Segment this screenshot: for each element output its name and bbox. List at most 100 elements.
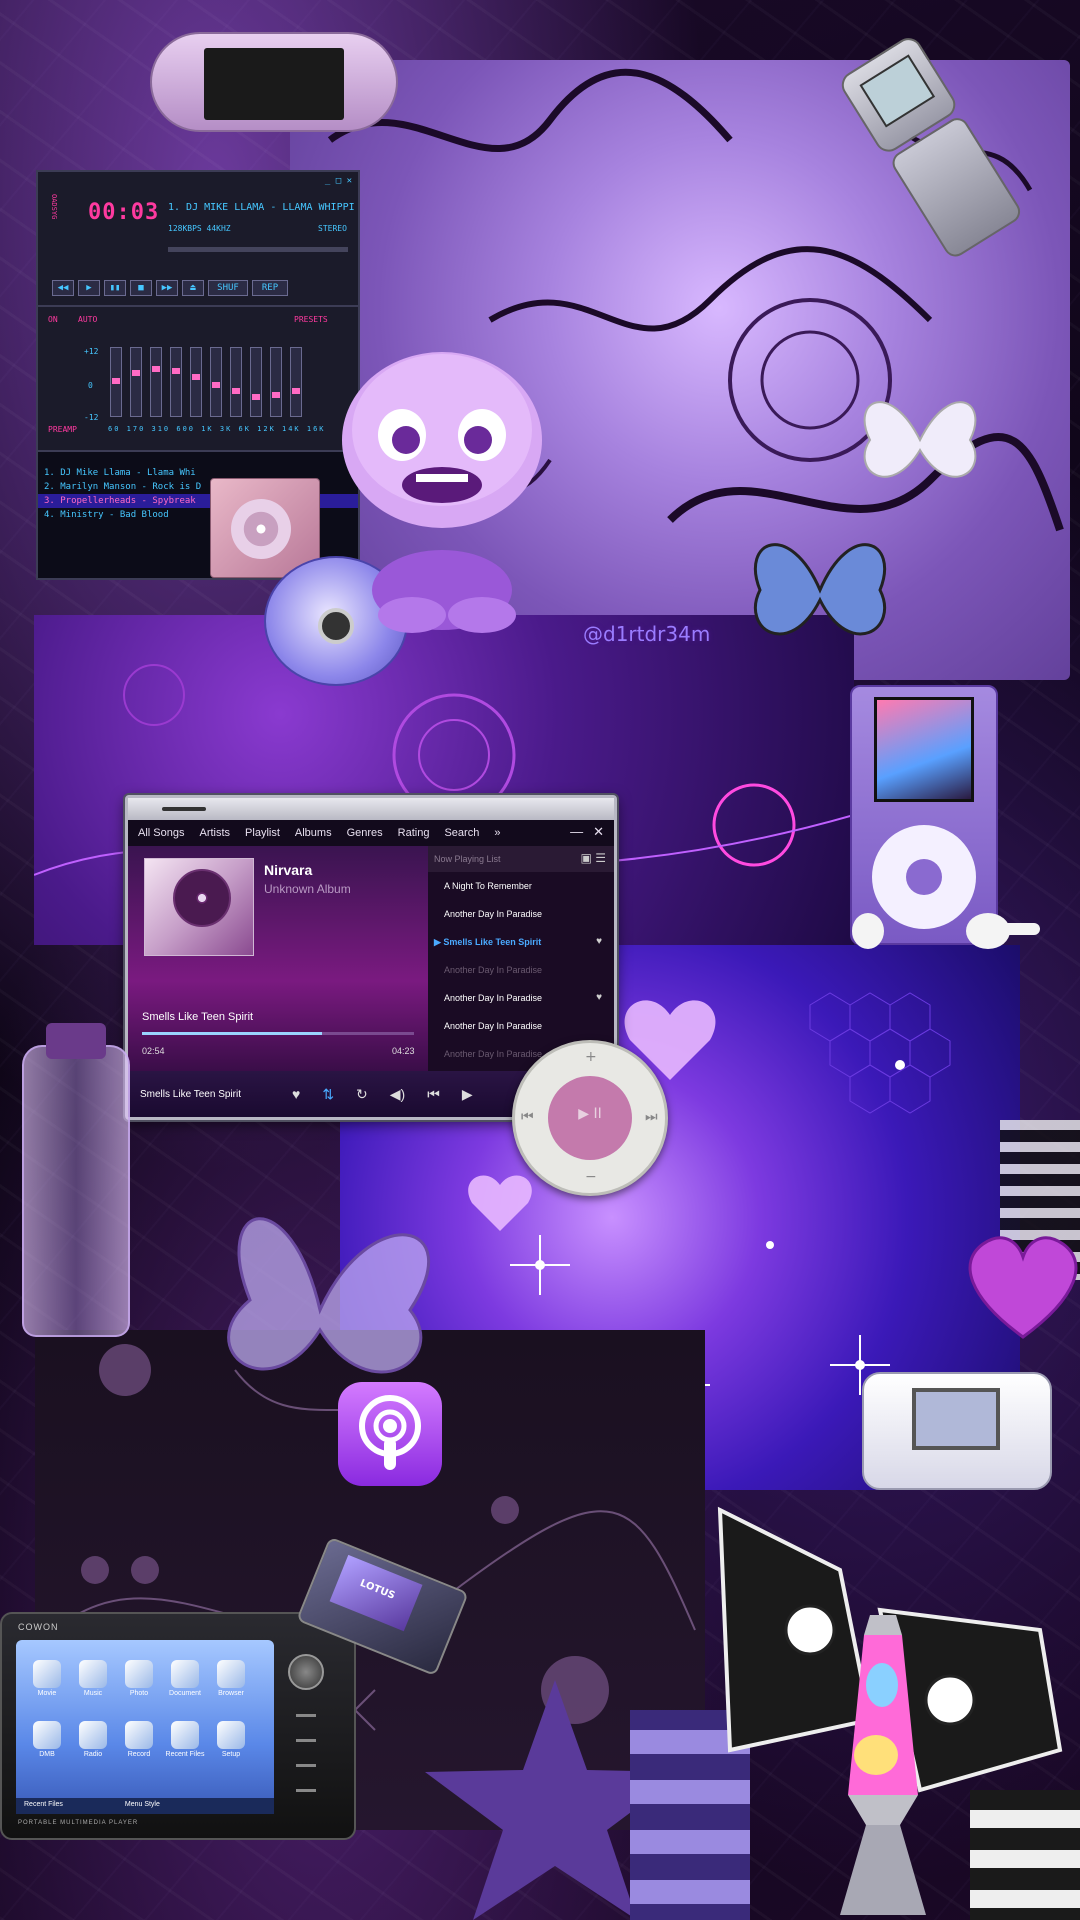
- progress-bar[interactable]: [142, 1032, 414, 1035]
- app-icon: [171, 1721, 199, 1749]
- volume-icon[interactable]: ◀): [390, 1086, 405, 1103]
- app-icon: [33, 1660, 61, 1688]
- eq-auto-toggle[interactable]: AUTO: [78, 315, 97, 324]
- app-label: Record: [127, 1751, 151, 1758]
- winamp-seek-bar[interactable]: [168, 247, 348, 252]
- winamp-window-controls[interactable]: _ □ ✕: [325, 176, 352, 186]
- app-icon: [79, 1660, 107, 1688]
- cowon-app-browser[interactable]: Browser: [208, 1660, 254, 1697]
- earbuds-image: [852, 913, 1040, 949]
- now-playing-item-title: Another Day In Paradise: [444, 965, 543, 975]
- now-playing-item[interactable]: Another Day In Paradise ♥: [428, 984, 614, 1012]
- app-icon: [125, 1660, 153, 1688]
- eq-level-mid: 0: [88, 381, 93, 390]
- winamp-bitrate: 128KBPS 44KHZ: [168, 224, 231, 233]
- app-icon: [79, 1721, 107, 1749]
- now-playing-item[interactable]: Another Day In Paradise: [428, 956, 614, 984]
- winamp-repeat-toggle[interactable]: REP: [252, 280, 288, 296]
- winamp-pause-button[interactable]: ▮▮: [104, 280, 126, 296]
- cowon-app-record[interactable]: Record: [116, 1721, 162, 1758]
- close-button[interactable]: ✕: [593, 824, 604, 840]
- previous-track-icon[interactable]: ⏮: [427, 1086, 440, 1103]
- cowon-subtitle: PORTABLE MULTIMEDIA PLAYER: [18, 1820, 139, 1826]
- nav-search[interactable]: Search: [444, 827, 479, 839]
- winamp-time-display: 00:03: [88, 200, 160, 225]
- heart-icon[interactable]: ♥: [596, 992, 602, 1003]
- album-cover: [144, 858, 254, 956]
- winamp-next-button[interactable]: ▶▶: [156, 280, 178, 296]
- cowon-app-photo[interactable]: Photo: [116, 1660, 162, 1697]
- cowon-app-music[interactable]: Music: [70, 1660, 116, 1697]
- progress-fill: [142, 1032, 322, 1035]
- cowon-side-buttons: [296, 1714, 316, 1814]
- cowon-home-screen: Movie Music Photo Document Browser DMB Radio Re…: [16, 1640, 274, 1814]
- nav-albums[interactable]: Albums: [295, 827, 332, 839]
- nav-all-songs[interactable]: All Songs: [138, 827, 184, 839]
- cowon-app-setup[interactable]: Setup: [208, 1721, 254, 1758]
- cowon-app-document[interactable]: Document: [162, 1660, 208, 1697]
- eq-presets-button[interactable]: PRESETS: [294, 315, 328, 324]
- shuffle-icon[interactable]: ⇅: [322, 1086, 334, 1103]
- eq-preamp-label: PREAMP: [48, 425, 77, 434]
- now-playing-item-title: Another Day In Paradise: [444, 1021, 543, 1031]
- app-label: DMB: [39, 1751, 55, 1758]
- now-playing-panel: Nirvara Unknown Album Smells Like Teen S…: [128, 846, 428, 1071]
- psp-console-image: [150, 32, 398, 132]
- cowon-app-recent-files[interactable]: Recent Files: [162, 1721, 208, 1758]
- cowon-footer: Recent Files Menu Style: [16, 1798, 274, 1814]
- album-name: Unknown Album: [264, 882, 351, 896]
- nav-more[interactable]: »: [494, 827, 500, 839]
- play-icon[interactable]: ▶: [462, 1086, 473, 1103]
- list-header-label: Now Playing List: [434, 854, 501, 864]
- minimize-button[interactable]: —: [570, 824, 583, 840]
- shuffle-plus-icon: +: [585, 1049, 597, 1065]
- bottom-song-title: Smells Like Teen Spirit: [140, 1088, 241, 1100]
- app-icon: [125, 1721, 153, 1749]
- cowon-footer-recent[interactable]: Recent Files: [24, 1801, 63, 1808]
- water-bottle-image: [22, 1023, 130, 1337]
- now-playing-item[interactable]: A Night To Remember: [428, 872, 614, 900]
- nav-genres[interactable]: Genres: [347, 827, 383, 839]
- winamp-prev-button[interactable]: ◀◀: [52, 280, 74, 296]
- list-options-icon[interactable]: ☰: [595, 851, 606, 865]
- nav-rating[interactable]: Rating: [398, 827, 430, 839]
- cowon-app-radio[interactable]: Radio: [70, 1721, 116, 1758]
- eq-sliders[interactable]: [110, 347, 302, 417]
- now-playing-item[interactable]: Another Day In Paradise: [428, 1012, 614, 1040]
- now-playing-item[interactable]: ▶ Smells Like Teen Spirit ♥: [428, 928, 614, 956]
- now-playing-list: Now Playing List ▣ ☰ A Night To Remember…: [428, 846, 614, 1071]
- cowon-footer-menu-style[interactable]: Menu Style: [125, 1801, 160, 1808]
- winamp-main-window: _ □ ✕ OADSYG 00:03 1. DJ MIKE LLAMA - LL…: [38, 172, 358, 307]
- shuffle-next-icon: ⏭: [645, 1109, 658, 1125]
- nav-artists[interactable]: Artists: [199, 827, 230, 839]
- app-label: Movie: [37, 1690, 57, 1697]
- media-player-titlebar[interactable]: [128, 798, 614, 820]
- winamp-stop-button[interactable]: ■: [130, 280, 152, 296]
- cowon-app-dmb[interactable]: DMB: [24, 1721, 70, 1758]
- favorite-heart-icon[interactable]: ♥: [292, 1086, 300, 1102]
- shuffle-minus-icon: −: [585, 1169, 597, 1185]
- eq-level-low: -12: [84, 413, 99, 422]
- elapsed-time: 02:54: [142, 1046, 165, 1056]
- gameboy-advance-image: [862, 1372, 1052, 1490]
- eq-on-toggle[interactable]: ON: [48, 315, 58, 324]
- winamp-play-button[interactable]: ▶: [78, 280, 100, 296]
- winamp-eject-button[interactable]: ⏏: [182, 280, 204, 296]
- save-list-icon[interactable]: ▣: [581, 851, 592, 865]
- cd-disc-icon: [173, 869, 231, 927]
- app-label: Radio: [83, 1751, 103, 1758]
- app-icon: [171, 1660, 199, 1688]
- app-label: Recent Files: [165, 1751, 205, 1758]
- winamp-shuffle-toggle[interactable]: SHUF: [208, 280, 248, 296]
- cowon-app-movie[interactable]: Movie: [24, 1660, 70, 1697]
- app-label: Browser: [218, 1690, 244, 1697]
- app-label: Photo: [129, 1690, 149, 1697]
- nav-playlist[interactable]: Playlist: [245, 827, 280, 839]
- now-playing-item[interactable]: Another Day In Paradise: [428, 900, 614, 928]
- repeat-icon[interactable]: ↻: [356, 1086, 368, 1103]
- list-header: Now Playing List ▣ ☰: [428, 846, 614, 872]
- heart-icon[interactable]: ♥: [596, 936, 602, 947]
- shuffle-prev-icon: ⏮: [521, 1109, 534, 1125]
- media-player-nav: All Songs Artists Playlist Albums Genres…: [128, 820, 614, 846]
- mascot-figure-image: [342, 352, 542, 633]
